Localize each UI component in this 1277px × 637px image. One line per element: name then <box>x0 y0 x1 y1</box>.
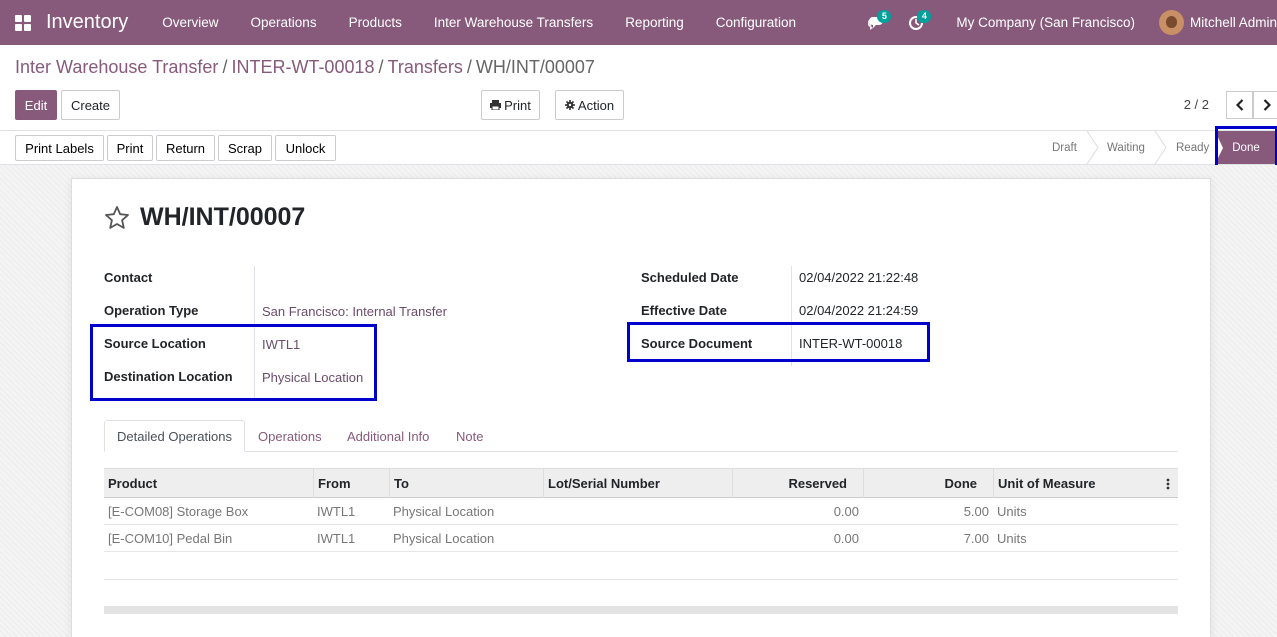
tab-note[interactable]: Note <box>456 420 483 452</box>
tab-detailed-operations[interactable]: Detailed Operations <box>104 420 245 452</box>
record-name: WH/INT/00007 <box>140 203 306 231</box>
messages-count-badge: 5 <box>877 10 892 23</box>
menu-configuration[interactable]: Configuration <box>700 0 812 45</box>
print-button-label: Print <box>504 97 531 113</box>
breadcrumb-current: WH/INT/00007 <box>475 57 595 77</box>
column-reserved[interactable]: Reserved <box>732 469 863 498</box>
scrap-button[interactable]: Scrap <box>218 135 272 161</box>
print-icon <box>490 100 502 110</box>
cell-reserved: 0.00 <box>833 504 859 519</box>
cell-lot-serial <box>543 498 732 525</box>
cell-unit: Units <box>997 531 1027 546</box>
unlock-button[interactable]: Unlock <box>275 135 336 161</box>
scheduled-date-label: Scheduled Date <box>641 270 739 285</box>
user-name: Mitchell Admin <box>1189 15 1277 30</box>
chevron-left-icon <box>1235 99 1243 111</box>
stage-waiting: Waiting <box>1107 141 1145 154</box>
pager-value[interactable]: 2 / 2 <box>1184 97 1209 112</box>
stage-separator <box>1086 131 1099 164</box>
cell-to: Physical Location <box>393 531 495 546</box>
action-button-label: Action <box>577 97 615 113</box>
column-unit-of-measure[interactable]: Unit of Measure <box>993 469 1163 498</box>
record-title: WH/INT/00007 <box>104 203 305 232</box>
cell-unit: Units <box>997 504 1027 519</box>
column-to[interactable]: To <box>389 469 543 498</box>
column-lot-serial[interactable]: Lot/Serial Number <box>543 469 732 498</box>
breadcrumb-item-transfers[interactable]: Transfers <box>388 57 463 78</box>
operation-type-label: Operation Type <box>104 303 199 318</box>
effective-date-label: Effective Date <box>641 303 727 318</box>
print-dropdown-button[interactable]: Print <box>481 90 540 120</box>
cell-from: IWTL1 <box>317 504 356 519</box>
cell-lot-serial <box>543 525 732 552</box>
breadcrumb-item-inter-warehouse-transfer[interactable]: Inter Warehouse Transfer <box>15 57 218 78</box>
stage-draft: Draft <box>1052 141 1077 154</box>
notebook-tabs: Detailed Operations Operations Additiona… <box>104 420 1178 452</box>
star-icon[interactable] <box>104 205 130 231</box>
table-row[interactable]: [E-COM10] Pedal Bin IWTL1 Physical Locat… <box>104 525 1178 552</box>
breadcrumb-item-inter-wt[interactable]: INTER-WT-00018 <box>231 57 374 78</box>
statusbar: Print Labels Print Return Scrap Unlock D… <box>0 130 1277 165</box>
menu-reporting[interactable]: Reporting <box>609 0 700 45</box>
optional-columns-icon[interactable] <box>1166 477 1170 491</box>
breadcrumb-separator: / <box>466 57 472 77</box>
breadcrumb: Inter Warehouse Transfer / INTER-WT-0001… <box>15 57 595 78</box>
location-highlight-box <box>90 324 377 401</box>
pager-previous-button[interactable] <box>1226 91 1253 119</box>
apps-menu-icon[interactable] <box>0 0 46 45</box>
scheduled-date-value: 02/04/2022 21:22:48 <box>799 270 919 285</box>
table-row[interactable]: [E-COM08] Storage Box IWTL1 Physical Loc… <box>104 498 1178 525</box>
create-button[interactable]: Create <box>61 90 120 120</box>
menu-operations[interactable]: Operations <box>235 0 333 45</box>
messages-icon[interactable]: 5 <box>856 0 896 45</box>
top-navbar: Inventory Overview Operations Products I… <box>0 0 1277 45</box>
source-document-highlight-box <box>627 322 930 362</box>
stage-separator <box>1154 131 1167 164</box>
print-button[interactable]: Print <box>107 135 153 161</box>
breadcrumb-separator: / <box>222 57 228 77</box>
menu-overview[interactable]: Overview <box>146 0 234 45</box>
cell-reserved: 0.00 <box>833 531 859 546</box>
cell-product: [E-COM08] Storage Box <box>108 504 249 519</box>
chevron-right-icon <box>1263 99 1271 111</box>
user-menu[interactable]: Mitchell Admin <box>1158 10 1277 35</box>
column-product[interactable]: Product <box>104 469 313 498</box>
column-from[interactable]: From <box>313 469 389 498</box>
operation-type-value[interactable]: San Francisco: Internal Transfer <box>262 304 447 319</box>
tab-additional-info[interactable]: Additional Info <box>347 420 429 452</box>
column-done[interactable]: Done <box>863 469 993 498</box>
stage-ready: Ready <box>1176 141 1210 154</box>
avatar <box>1158 10 1184 35</box>
cell-to: Physical Location <box>393 504 495 519</box>
gear-icon <box>564 100 575 110</box>
effective-date-value: 02/04/2022 21:24:59 <box>799 303 919 318</box>
return-button[interactable]: Return <box>156 135 215 161</box>
contact-label: Contact <box>104 270 153 285</box>
print-labels-button[interactable]: Print Labels <box>15 135 104 161</box>
done-stage-highlight <box>1215 126 1277 168</box>
edit-button[interactable]: Edit <box>15 90 57 120</box>
table-empty-row <box>104 552 1178 580</box>
app-name[interactable]: Inventory <box>46 11 128 34</box>
tab-operations[interactable]: Operations <box>258 420 322 452</box>
cell-product: [E-COM10] Pedal Bin <box>108 531 233 546</box>
cell-done: 7.00 <box>963 531 989 546</box>
menu-inter-warehouse-transfers[interactable]: Inter Warehouse Transfers <box>418 0 609 45</box>
activities-count-badge: 4 <box>917 10 932 23</box>
breadcrumb-separator: / <box>378 57 384 77</box>
pager-next-button[interactable] <box>1253 91 1277 119</box>
cell-done: 5.00 <box>963 504 989 519</box>
company-switcher[interactable]: My Company (San Francisco) <box>936 15 1159 30</box>
table-header: Product From To Lot/Serial Number Reserv… <box>104 468 1178 498</box>
cell-from: IWTL1 <box>317 531 356 546</box>
activities-icon[interactable]: 4 <box>896 0 936 45</box>
action-dropdown-button[interactable]: Action <box>555 90 624 120</box>
menu-products[interactable]: Products <box>333 0 418 45</box>
horizontal-scrollbar[interactable] <box>104 606 1178 614</box>
